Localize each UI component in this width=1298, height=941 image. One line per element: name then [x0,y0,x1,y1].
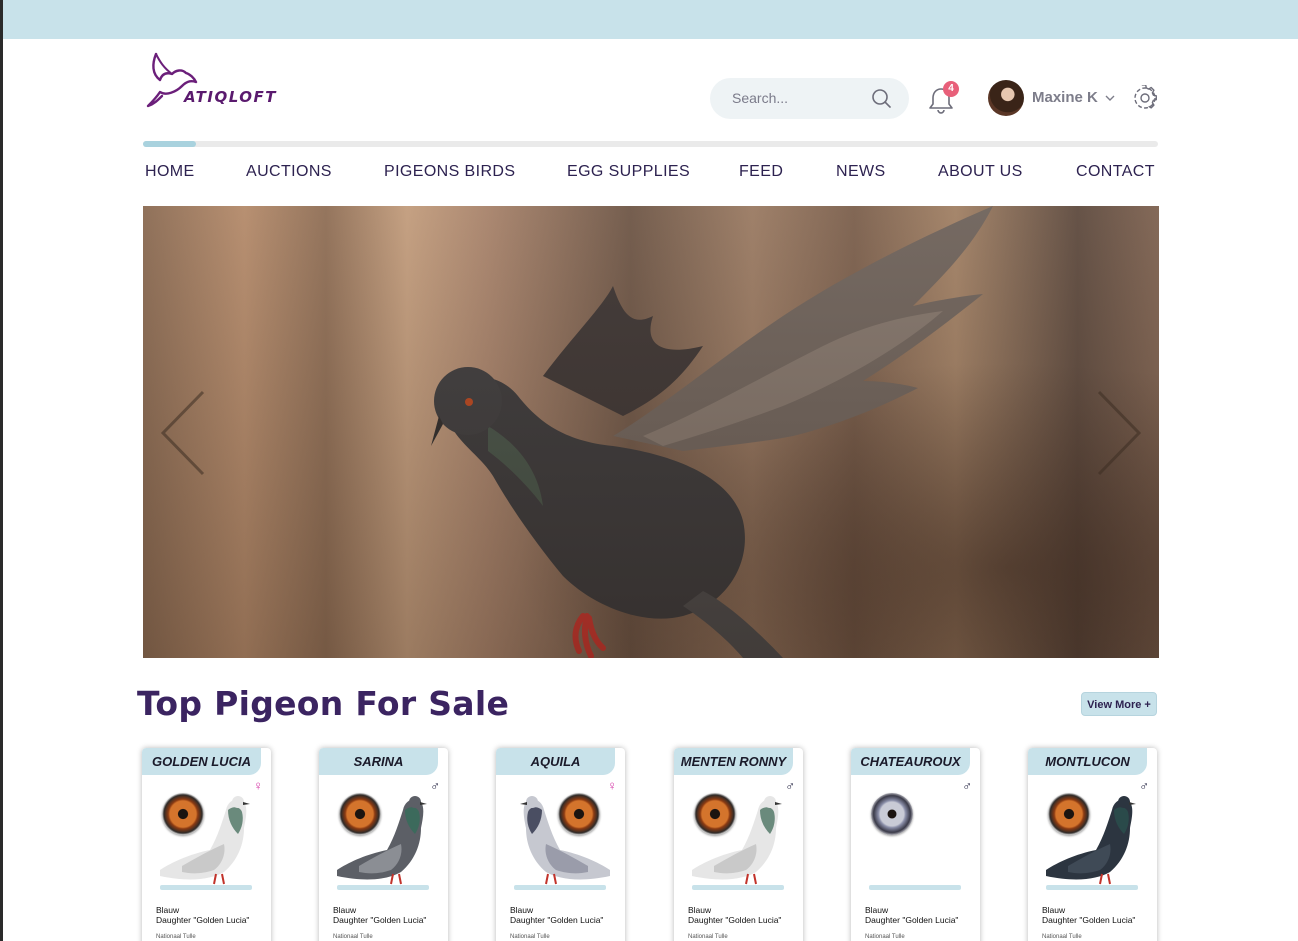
card-pedigree: Daughter "Golden Lucia" [333,915,427,925]
card-color: Blauw [510,905,534,915]
card-divider [514,885,606,890]
card-note: Nationaal Tulle [1042,934,1082,940]
nav-progress-indicator [143,141,196,147]
pigeon-card[interactable]: AQUILA ♀ Blauw Daughter "Golden Lucia" Natio… [496,748,625,941]
search-box[interactable]: Search... [710,78,909,119]
card-divider [869,885,961,890]
card-note: Nationaal Tulle [688,934,728,940]
chevron-left-icon[interactable] [157,390,207,476]
card-divider [1046,885,1138,890]
hero-pigeon-image [431,206,993,658]
card-note: Nationaal Tulle [156,934,196,940]
search-icon[interactable] [871,88,891,108]
card-title: SARINA [319,748,438,775]
card-title: CHATEAUROUX [851,748,970,775]
male-icon: ♂ [962,778,972,793]
pigeon-card[interactable]: MENTEN RONNY ♂ Blauw Daughter "Golden Lucia… [674,748,803,941]
main-nav: HOME AUCTIONS PIGEONS BIRDS EGG SUPPLIES… [143,163,1158,185]
chevron-right-icon[interactable] [1095,390,1145,476]
nav-home[interactable]: HOME [145,163,195,181]
pigeon-card[interactable]: GOLDEN LUCIA ♀ Blauw Daughter "Golden Lucia… [142,748,271,941]
card-pedigree: Daughter "Golden Lucia" [510,915,604,925]
section-title: Top Pigeon For Sale [137,684,510,723]
nav-contact[interactable]: CONTACT [1076,163,1155,181]
card-note: Nationaal Tulle [333,934,373,940]
card-title: MONTLUCON [1028,748,1147,775]
card-pedigree: Daughter "Golden Lucia" [1042,915,1136,925]
chevron-down-icon[interactable] [1104,92,1116,104]
pigeon-card[interactable]: SARINA ♂ Blauw Daughter "Golden Lucia" Natio… [319,748,448,941]
pigeon-eye-image [694,793,736,835]
pigeon-eye-image [162,793,204,835]
pigeon-eye-image [558,793,600,835]
nav-news[interactable]: NEWS [836,163,886,181]
card-divider [337,885,429,890]
view-more-button[interactable]: View More + [1081,692,1157,716]
pigeon-eye-image [871,793,913,835]
hero-slider [143,206,1159,658]
card-pedigree: Daughter "Golden Lucia" [865,915,959,925]
card-note: Nationaal Tulle [865,934,905,940]
card-color: Blauw [333,905,357,915]
card-note: Nationaal Tulle [510,934,550,940]
search-input[interactable]: Search... [732,90,788,106]
card-pedigree: Daughter "Golden Lucia" [688,915,782,925]
brand-logo[interactable]: ATIQLOFT [146,52,286,110]
gear-icon[interactable] [1132,85,1158,111]
nav-auctions[interactable]: AUCTIONS [246,163,332,181]
card-title: MENTEN RONNY [674,748,793,775]
pigeon-card[interactable]: MONTLUCON ♂ Blauw Daughter "Golden Lucia" Na… [1028,748,1157,941]
nav-about-us[interactable]: ABOUT US [938,163,1023,181]
user-name[interactable]: Maxine K [1032,89,1098,106]
card-title: AQUILA [496,748,615,775]
notification-badge: 4 [943,81,959,97]
top-strip [3,0,1298,39]
card-color: Blauw [1042,905,1066,915]
nav-pigeons-birds[interactable]: PIGEONS BIRDS [384,163,515,181]
card-color: Blauw [156,905,180,915]
pigeon-eye-image [339,793,381,835]
card-title: GOLDEN LUCIA [142,748,261,775]
card-pedigree: Daughter "Golden Lucia" [156,915,250,925]
card-divider [692,885,784,890]
avatar[interactable] [988,80,1024,116]
window-edge [0,0,3,941]
nav-feed[interactable]: FEED [739,163,783,181]
card-divider [160,885,252,890]
card-color: Blauw [688,905,712,915]
pigeon-eye-image [1048,793,1090,835]
nav-progress-track [143,141,1158,147]
pigeon-card[interactable]: CHATEAUROUX ♂ Blauw Daughter "Golden Lucia"… [851,748,980,941]
card-color: Blauw [865,905,889,915]
nav-egg-supplies[interactable]: EGG SUPPLIES [567,163,690,181]
brand-name: ATIQLOFT [184,88,277,106]
